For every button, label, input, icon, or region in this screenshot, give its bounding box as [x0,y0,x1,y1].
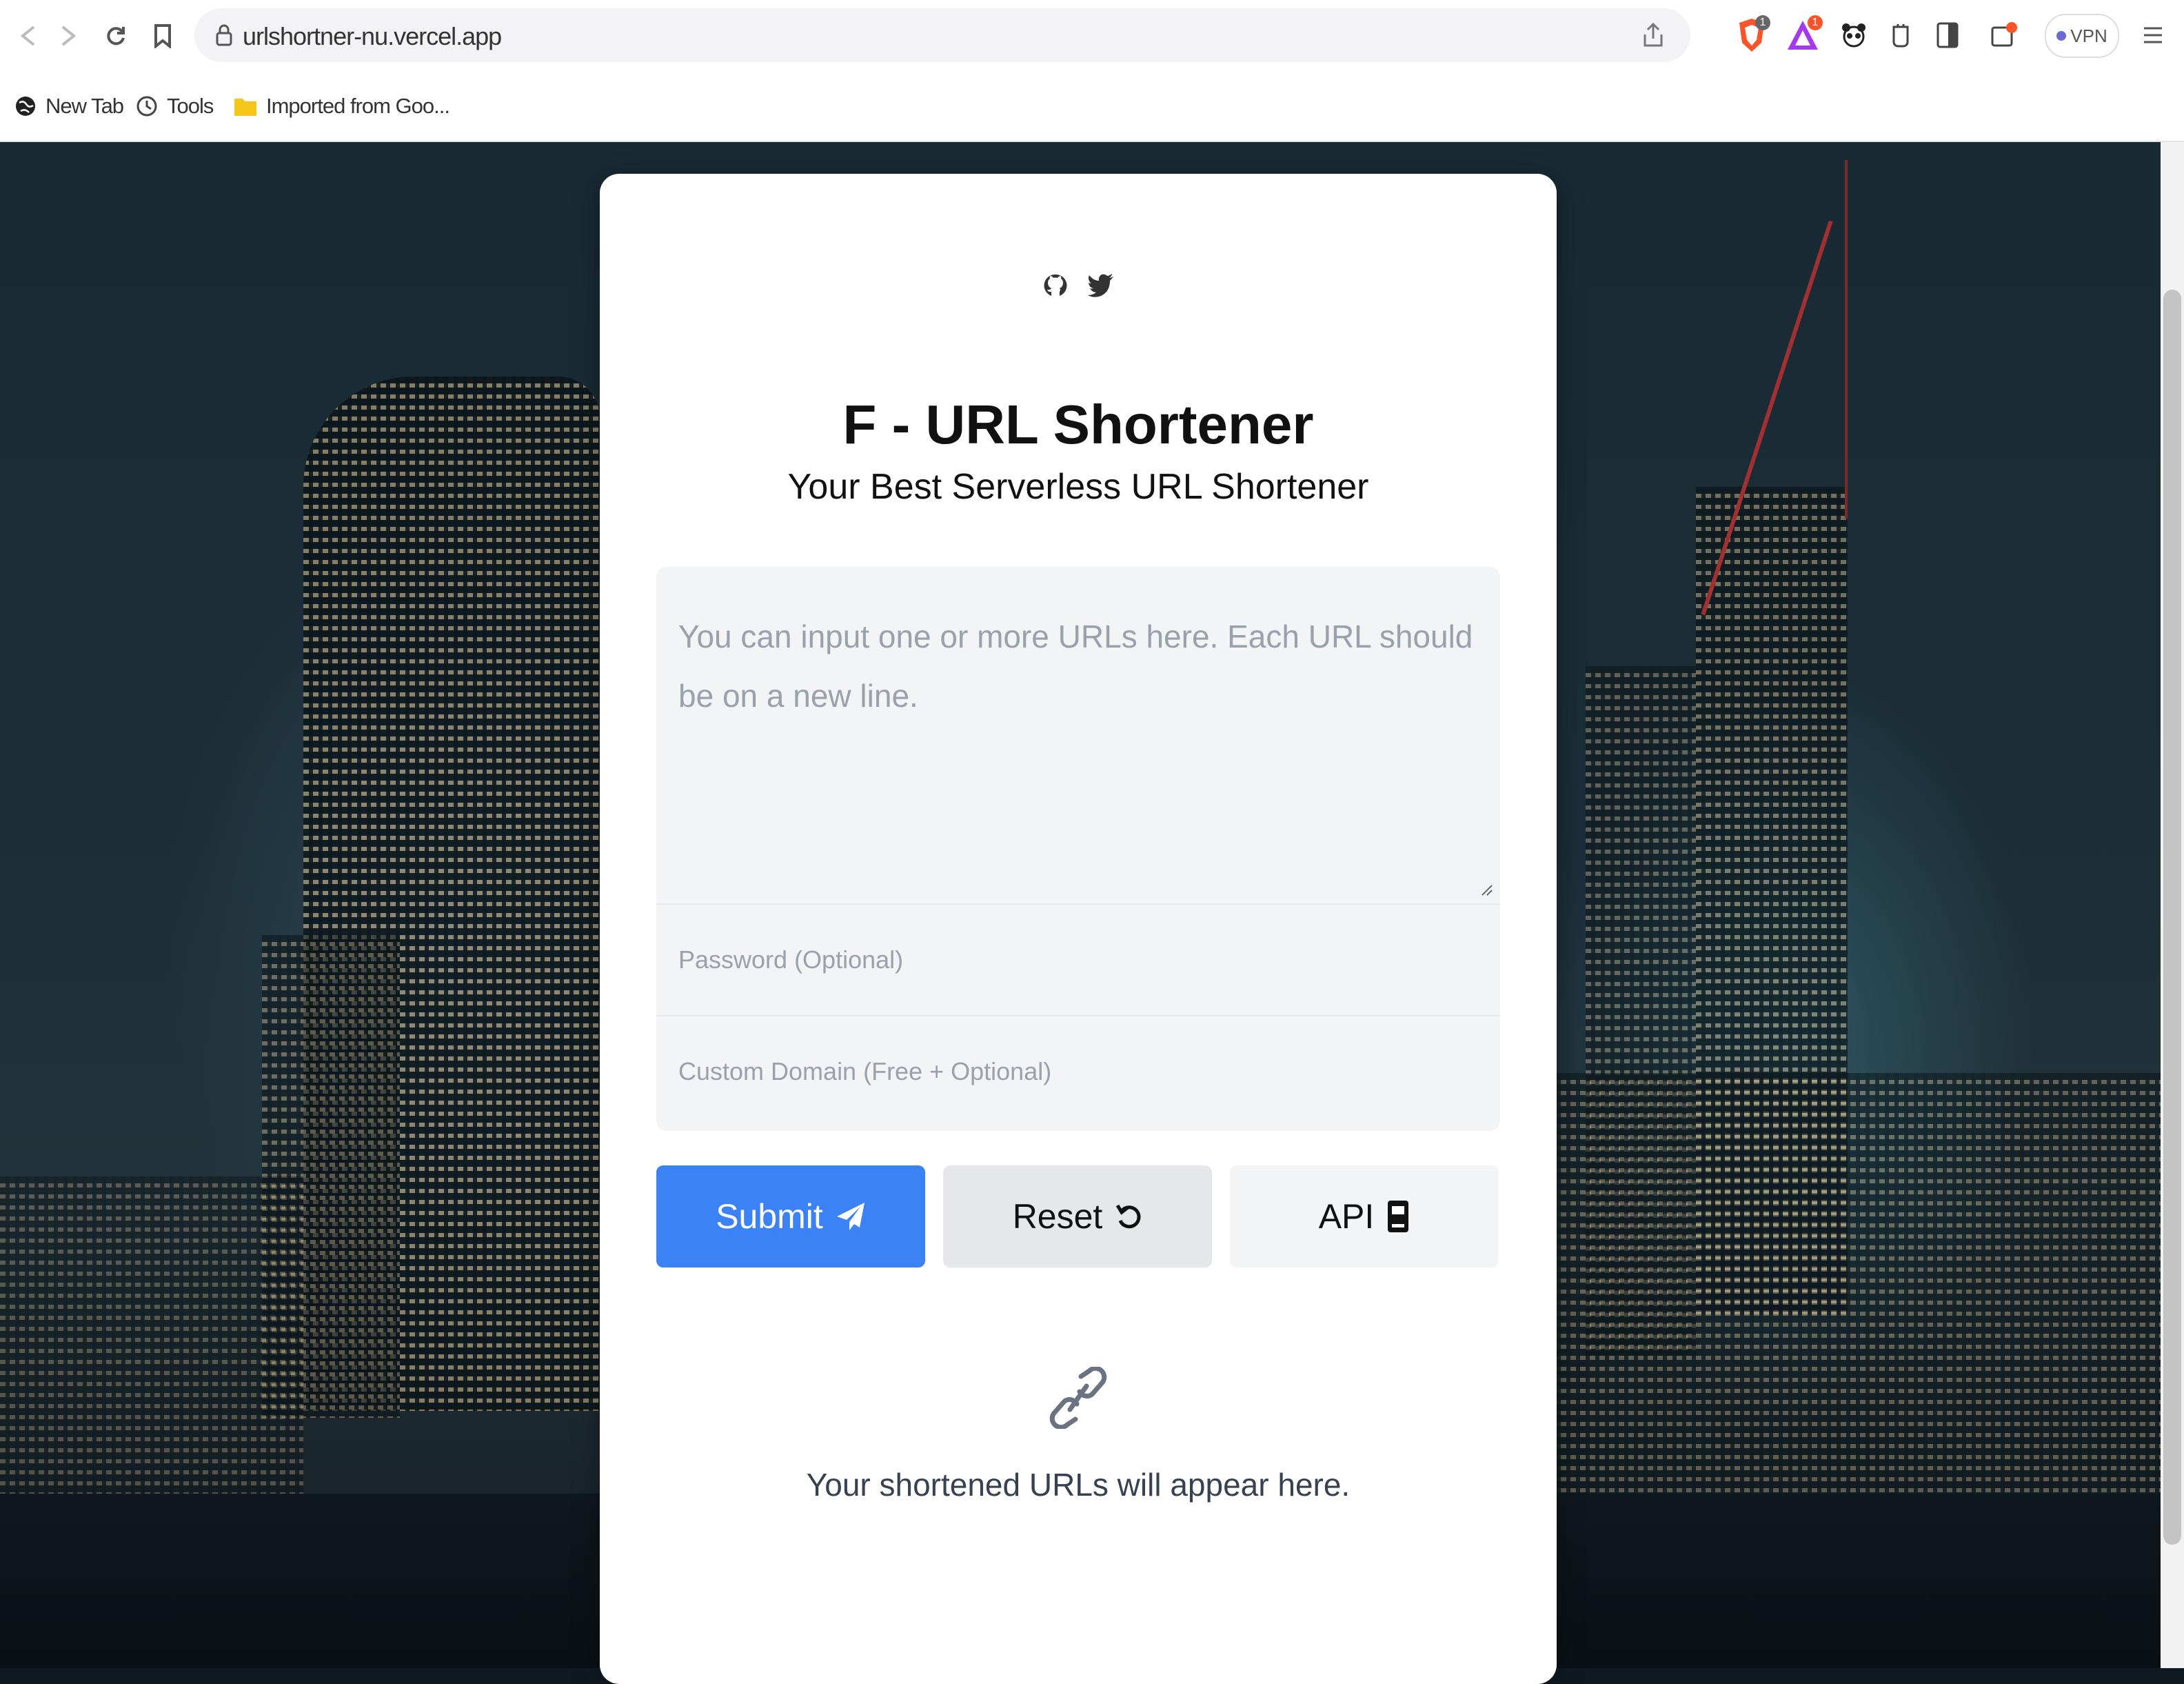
result-area [600,1367,1557,1429]
bookmarks-bar: New Tab Tools Imported from Goo... [0,71,2184,142]
social-links [600,270,1557,301]
submit-label: Submit [716,1197,823,1236]
result-placeholder-text: Your shortened URLs will appear here. [806,1467,1351,1503]
bookmark-label: New Tab [46,94,124,118]
brave-rewards-icon[interactable]: 1 [1783,15,1823,55]
resize-grip-icon[interactable] [1479,883,1493,896]
paper-plane-icon [836,1203,865,1230]
password-input[interactable] [656,903,1500,1015]
clock-icon [136,96,157,117]
submit-button[interactable]: Submit [656,1165,925,1267]
vpn-label: VPN [2070,25,2107,46]
address-bar[interactable]: urlshortner-nu.vercel.app [194,8,1690,62]
undo-icon [1116,1204,1141,1229]
browser-toolbar: urlshortner-nu.vercel.app 1 1 VPN [0,0,2184,71]
bookmark-new-tab[interactable]: New Tab [14,90,124,122]
back-button[interactable] [8,17,47,55]
custom-domain-input[interactable] [656,1015,1500,1127]
shortener-card: F - URL Shortener Your Best Serverless U… [600,174,1557,1684]
wallet-icon[interactable] [1984,15,2024,55]
rewards-badge: 1 [1808,15,1823,30]
url-text: urlshortner-nu.vercel.app [243,22,502,50]
brave-shields-icon[interactable]: 1 [1732,15,1772,55]
bookmark-tools[interactable]: Tools [135,90,214,122]
page-subtitle: Your Best Serverless URL Shortener [787,467,1369,507]
github-icon[interactable] [1040,270,1071,301]
folder-icon [234,99,256,116]
api-label: API [1318,1197,1375,1236]
share-icon[interactable] [1641,22,1666,48]
lock-icon [216,24,232,46]
reset-label: Reset [1012,1197,1103,1236]
api-button[interactable]: API [1230,1165,1499,1267]
twitter-icon[interactable] [1086,270,1116,301]
menu-button[interactable] [2133,15,2173,55]
shorten-form [656,567,1500,1131]
crane [1845,160,1848,519]
building [0,1176,303,1521]
page-title: F - URL Shortener [842,394,1314,455]
reload-button[interactable] [97,17,135,55]
bookmark-icon [154,24,171,48]
forward-button[interactable] [50,17,88,55]
urls-textarea[interactable] [656,567,1500,903]
back-icon [20,26,35,46]
bookmark-label: Tools [167,94,214,118]
scrollbar-thumb[interactable] [2163,290,2181,1545]
bookmark-folder-imported[interactable]: Imported from Goo... [233,90,450,122]
menu-icon [2144,27,2162,43]
globe-icon [16,97,35,116]
extension-icon[interactable] [1881,15,1921,55]
reset-button[interactable]: Reset [943,1165,1212,1267]
book-icon [1388,1201,1409,1232]
bookmark-label: Imported from Goo... [266,94,450,118]
vpn-button[interactable]: VPN [2045,14,2119,58]
sidebar-icon[interactable] [1928,15,1968,55]
panda-extension-icon[interactable] [1834,15,1874,55]
forward-icon [61,26,77,46]
building [1551,1073,2161,1521]
link-icon [1049,1367,1107,1429]
bookmark-button[interactable] [143,17,182,55]
reload-icon [107,27,125,46]
vpn-icon [2056,31,2067,41]
shields-badge: 1 [1755,15,1770,30]
